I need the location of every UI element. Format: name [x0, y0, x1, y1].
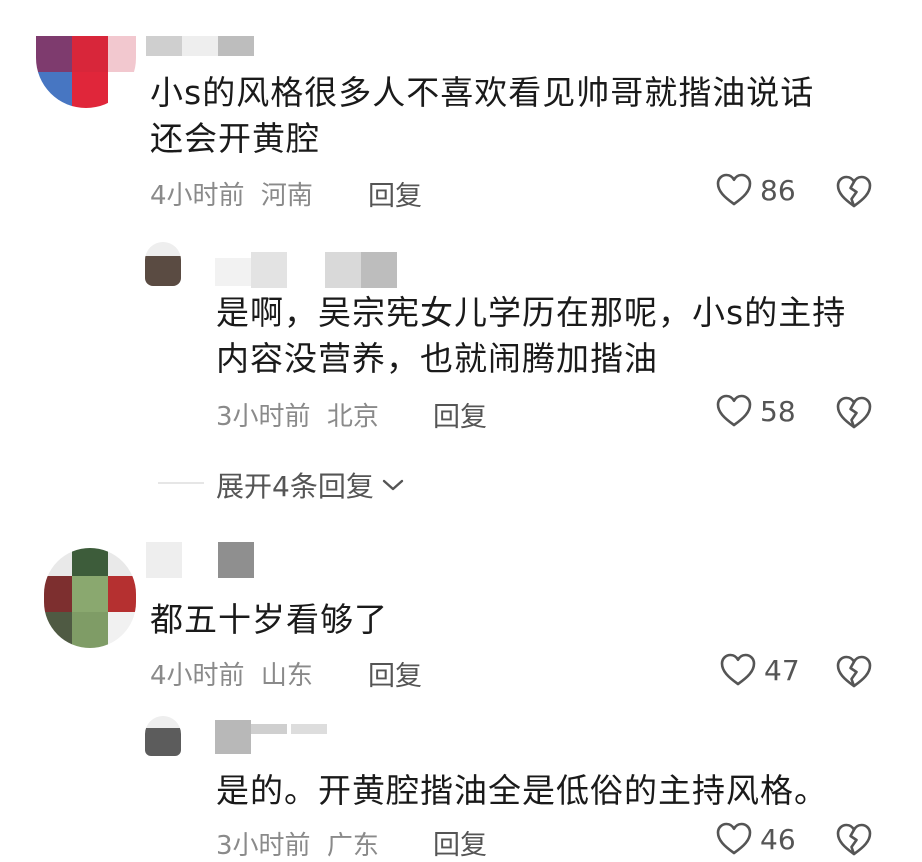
- reply-text-line: 是啊，吴宗宪女儿学历在那呢，小s的主持: [216, 293, 847, 332]
- reply-button[interactable]: 回复: [433, 395, 487, 434]
- like-count: 47: [764, 653, 800, 687]
- avatar[interactable]: [36, 36, 136, 108]
- like-count: 46: [760, 822, 796, 856]
- reply-text-line: 是的。开黄腔揩油全是低俗的主持风格。: [216, 771, 828, 810]
- dislike-button[interactable]: [836, 823, 872, 857]
- reply-button[interactable]: 回复: [433, 823, 487, 862]
- comment-text: 都五十岁看够了: [150, 597, 388, 643]
- location: 北京: [326, 402, 379, 432]
- heart-outline-icon: [720, 653, 756, 687]
- expand-replies-button[interactable]: 展开4条回复: [216, 465, 404, 505]
- dislike-button[interactable]: [836, 175, 872, 209]
- broken-heart-icon: [836, 175, 872, 209]
- username[interactable]: [146, 542, 256, 578]
- reply-text: 是啊，吴宗宪女儿学历在那呢，小s的主持 内容没营养，也就闹腾加揩油: [216, 290, 846, 382]
- chevron-down-icon: [382, 478, 404, 492]
- like-button[interactable]: 47: [720, 653, 800, 687]
- like-count: 86: [760, 173, 796, 207]
- dislike-button[interactable]: [836, 396, 872, 430]
- comment-text-line: 都五十岁看够了: [150, 600, 388, 639]
- heart-outline-icon: [716, 822, 752, 856]
- broken-heart-icon: [836, 823, 872, 857]
- like-button[interactable]: 58: [716, 394, 796, 428]
- username[interactable]: [215, 252, 400, 288]
- avatar[interactable]: [145, 242, 181, 286]
- timestamp: 4小时前: [150, 181, 245, 211]
- expand-divider: [158, 482, 204, 484]
- broken-heart-icon: [836, 655, 872, 689]
- location: 山东: [260, 661, 313, 691]
- username[interactable]: [215, 720, 330, 754]
- heart-outline-icon: [716, 173, 752, 207]
- heart-outline-icon: [716, 394, 752, 428]
- broken-heart-icon: [836, 396, 872, 430]
- reply-button[interactable]: 回复: [368, 174, 422, 213]
- comment-text-line: 小s的风格很多人不喜欢看见帅哥就揩油说话: [150, 73, 815, 112]
- timestamp: 4小时前: [150, 661, 245, 691]
- comment-text-line: 还会开黄腔: [150, 119, 320, 158]
- comment-meta: 4小时前 山东: [150, 655, 313, 692]
- dislike-button[interactable]: [836, 655, 872, 689]
- avatar[interactable]: [145, 716, 181, 756]
- reply-meta: 3小时前 广东: [216, 825, 379, 862]
- timestamp: 3小时前: [216, 831, 311, 861]
- expand-label: 展开4条回复: [216, 470, 374, 503]
- location: 河南: [260, 181, 313, 211]
- like-count: 58: [760, 394, 796, 428]
- timestamp: 3小时前: [216, 402, 311, 432]
- reply-button[interactable]: 回复: [368, 654, 422, 693]
- avatar[interactable]: [44, 548, 136, 648]
- comment-text: 小s的风格很多人不喜欢看见帅哥就揩油说话 还会开黄腔: [150, 70, 814, 162]
- reply-text-line: 内容没营养，也就闹腾加揩油: [216, 339, 658, 378]
- like-button[interactable]: 46: [716, 822, 796, 856]
- location: 广东: [326, 831, 379, 861]
- username[interactable]: [146, 36, 256, 56]
- comment-meta: 4小时前 河南: [150, 175, 313, 212]
- reply-text: 是的。开黄腔揩油全是低俗的主持风格。: [216, 768, 828, 814]
- reply-meta: 3小时前 北京: [216, 396, 379, 433]
- like-button[interactable]: 86: [716, 173, 796, 207]
